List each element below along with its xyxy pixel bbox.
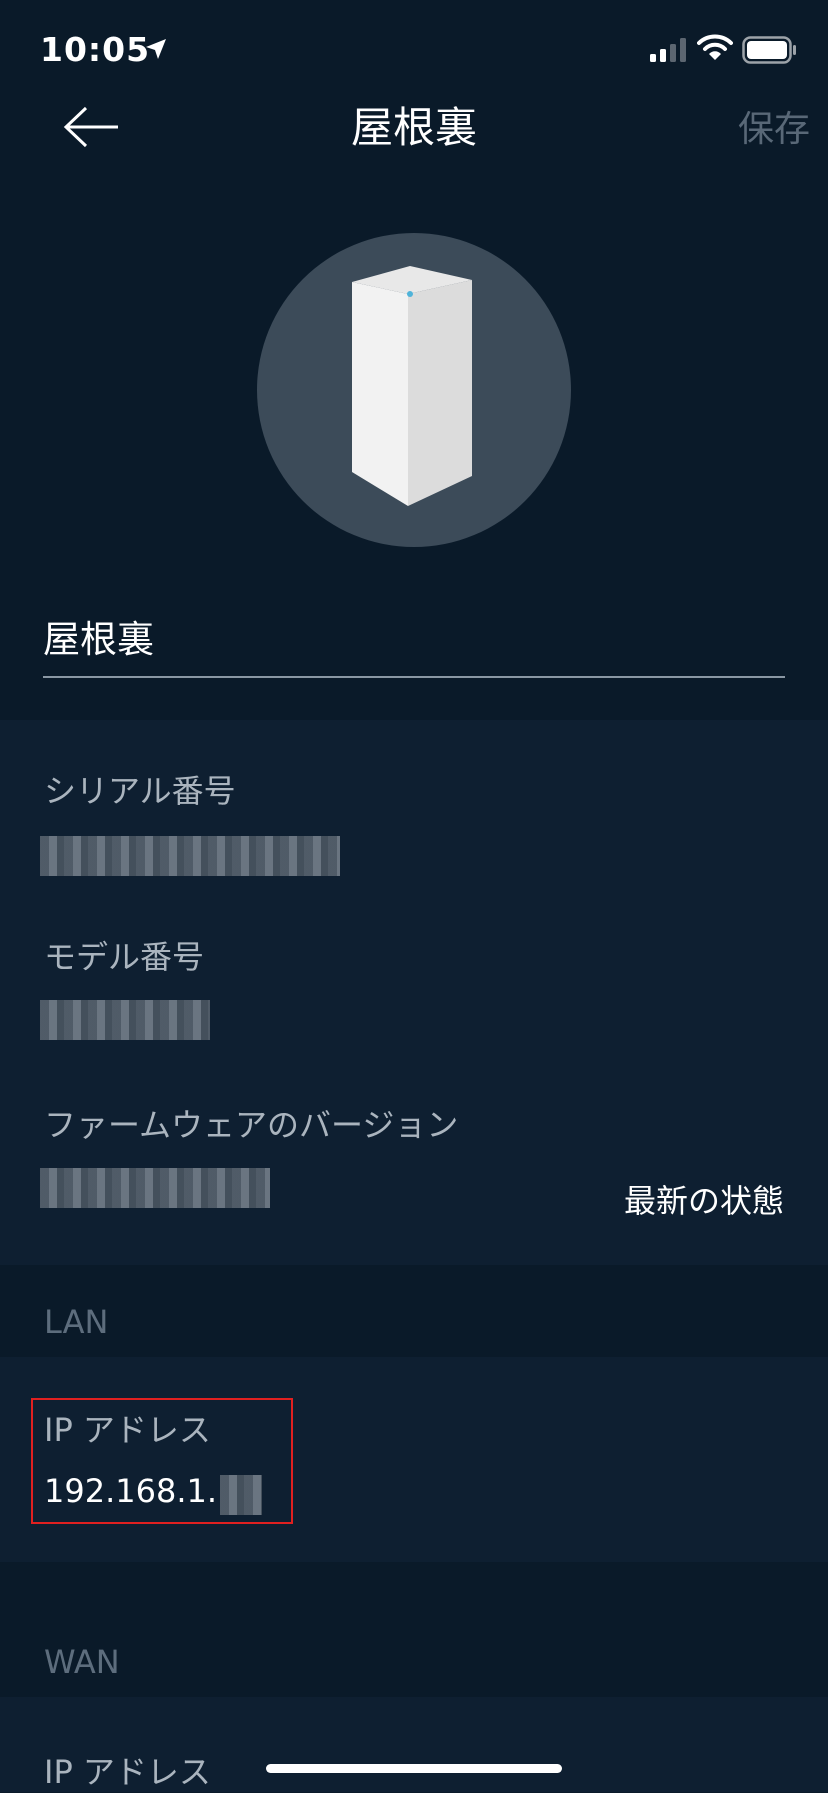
battery-icon xyxy=(742,36,796,64)
model-number-value-redacted xyxy=(40,1000,210,1040)
router-node-icon xyxy=(352,266,472,506)
page-title: 屋根裏 xyxy=(350,103,477,152)
serial-number-value-redacted xyxy=(40,836,340,876)
device-details-section: シリアル番号 モデル番号 ファームウェアのバージョン 最新の状態 xyxy=(0,720,828,1265)
wan-ip-label: IP アドレス xyxy=(44,1753,211,1791)
model-number-label: モデル番号 xyxy=(44,938,205,976)
serial-number-label: シリアル番号 xyxy=(44,772,236,810)
firmware-version-label: ファームウェアのバージョン xyxy=(44,1106,459,1144)
location-arrow-icon xyxy=(146,39,166,59)
lan-section-header: LAN xyxy=(44,1303,109,1341)
firmware-version-value-redacted xyxy=(40,1168,270,1208)
wan-section-header: WAN xyxy=(44,1643,120,1681)
signal-icon xyxy=(650,38,686,62)
home-indicator[interactable] xyxy=(266,1764,562,1773)
save-button[interactable]: 保存 xyxy=(738,100,810,152)
nav-bar: 屋根裏 保存 xyxy=(0,90,828,190)
wifi-icon xyxy=(697,34,733,60)
device-name-field[interactable]: 屋根裏 xyxy=(43,610,785,678)
status-bar: 10:05 xyxy=(0,0,828,100)
status-time: 10:05 xyxy=(40,30,151,69)
firmware-status: 最新の状態 xyxy=(623,1182,784,1220)
wan-section: IP アドレス xyxy=(0,1697,828,1792)
highlight-box xyxy=(31,1398,293,1524)
